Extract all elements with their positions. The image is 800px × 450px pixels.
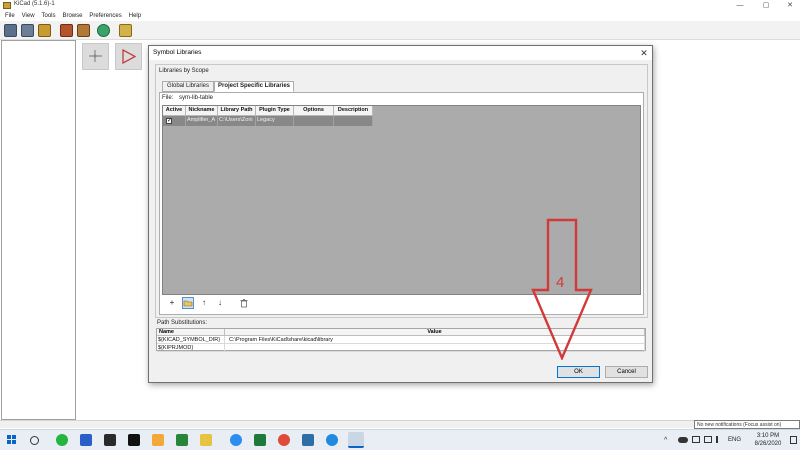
word-icon[interactable] bbox=[80, 434, 92, 446]
network-icon[interactable] bbox=[692, 436, 700, 443]
excel-icon[interactable] bbox=[176, 434, 188, 446]
taskbar: ^ ENG 3:10 PM 8/26/2020 bbox=[0, 429, 800, 450]
schematic-editor-icon[interactable] bbox=[82, 43, 109, 70]
menu-help[interactable]: Help bbox=[129, 13, 141, 19]
dialog-title: Symbol Libraries bbox=[153, 49, 202, 56]
language-indicator[interactable]: ENG bbox=[728, 437, 741, 443]
grid-cell-nickname[interactable]: Amplifier_A bbox=[186, 116, 218, 126]
grid-header-library-path[interactable]: Library Path bbox=[218, 106, 256, 116]
folder-icon bbox=[183, 300, 193, 307]
close-window-button[interactable]: ✕ bbox=[776, 0, 800, 11]
grid-cell-plugin-type[interactable]: Legacy bbox=[256, 116, 294, 126]
grid-header-plugin-type[interactable]: Plugin Type bbox=[256, 106, 294, 116]
browse-libraries-button[interactable] bbox=[182, 297, 194, 309]
tab-project-specific-libraries[interactable]: Project Specific Libraries bbox=[214, 81, 294, 92]
battery-icon[interactable] bbox=[704, 436, 712, 443]
new-project-icon[interactable] bbox=[4, 24, 17, 37]
search-icon[interactable] bbox=[30, 436, 39, 445]
archive-icon[interactable] bbox=[60, 24, 73, 37]
dialog-titlebar: Symbol Libraries bbox=[149, 46, 652, 60]
grid-header-options[interactable]: Options bbox=[294, 106, 334, 116]
path-substitutions-label: Path Substitutions: bbox=[157, 320, 208, 326]
tray-time: 3:10 PM bbox=[756, 433, 780, 439]
open-project-icon[interactable] bbox=[38, 24, 51, 37]
new-from-template-icon[interactable] bbox=[21, 24, 34, 37]
path-cell-name[interactable]: ${KICAD_SYMBOL_DIR} bbox=[157, 336, 225, 344]
add-library-button[interactable]: + bbox=[166, 297, 178, 309]
menu-file[interactable]: File bbox=[5, 13, 15, 19]
tray-clock[interactable]: 3:10 PM 8/26/2020 bbox=[748, 432, 788, 448]
annotation-step-number: 4 bbox=[556, 274, 565, 291]
grid-header-description[interactable]: Description bbox=[334, 106, 373, 116]
window-titlebar: KiCad (5.1.6)-1 — ▢ ✕ bbox=[0, 0, 800, 11]
edge-icon[interactable] bbox=[326, 434, 338, 446]
file-label-value: sym-lib-table bbox=[179, 95, 214, 101]
notification-tooltip: No new notifications (Focus assist on) bbox=[694, 420, 800, 429]
cancel-button[interactable]: Cancel bbox=[605, 366, 648, 378]
windows-start-icon[interactable] bbox=[7, 435, 17, 445]
grid-cell-options[interactable] bbox=[294, 116, 334, 126]
unarchive-icon[interactable] bbox=[77, 24, 90, 37]
terminal-icon[interactable] bbox=[104, 434, 116, 446]
volume-icon[interactable] bbox=[716, 436, 723, 443]
menu-tools[interactable]: Tools bbox=[41, 13, 55, 19]
path-cell-name[interactable]: ${KIPRJMOD} bbox=[157, 344, 225, 352]
kicad-app-icon bbox=[3, 2, 11, 9]
settings-icon[interactable] bbox=[302, 434, 314, 446]
xbox-icon[interactable] bbox=[254, 434, 266, 446]
dialog-close-icon[interactable]: ✕ bbox=[638, 47, 650, 59]
file-label: File: sym-lib-table bbox=[162, 95, 213, 101]
zoom-icon[interactable] bbox=[230, 434, 242, 446]
project-tree-pane[interactable] bbox=[1, 40, 76, 420]
kicad-taskbar-icon[interactable] bbox=[348, 432, 364, 448]
menu-view[interactable]: View bbox=[22, 13, 35, 19]
whatsapp-icon[interactable] bbox=[56, 434, 68, 446]
settings-gear-icon[interactable] bbox=[119, 24, 132, 37]
menu-preferences[interactable]: Preferences bbox=[89, 13, 121, 19]
move-up-button[interactable]: ↑ bbox=[198, 297, 210, 309]
status-bar bbox=[0, 420, 800, 428]
window-title: KiCad (5.1.6)-1 bbox=[14, 1, 55, 7]
media-player-icon[interactable] bbox=[128, 434, 140, 446]
scope-label: Libraries by Scope bbox=[159, 68, 209, 74]
trash-icon bbox=[240, 299, 248, 308]
grid-header-active[interactable]: Active bbox=[163, 106, 186, 116]
chrome-icon[interactable] bbox=[278, 434, 290, 446]
menu-bar: File View Tools Browse Preferences Help bbox=[0, 11, 800, 21]
main-toolbar bbox=[0, 21, 800, 40]
notification-center-icon[interactable] bbox=[790, 436, 797, 444]
file-label-prefix: File: bbox=[162, 95, 174, 101]
active-checkbox[interactable]: ✓ bbox=[166, 118, 172, 124]
file-explorer-icon[interactable] bbox=[200, 434, 212, 446]
tray-date: 8/26/2020 bbox=[754, 441, 782, 447]
refresh-icon[interactable] bbox=[97, 24, 110, 37]
grid-header-nickname[interactable]: Nickname bbox=[186, 106, 218, 116]
tab-global-libraries[interactable]: Global Libraries bbox=[162, 81, 214, 92]
grid-cell-library-path[interactable]: C:\Users\Zoni bbox=[218, 116, 256, 126]
tray-chevron-icon[interactable]: ^ bbox=[664, 437, 667, 444]
onedrive-icon[interactable] bbox=[678, 437, 688, 443]
grid-cell-active[interactable]: ✓ bbox=[163, 116, 186, 126]
minimize-button[interactable]: — bbox=[726, 0, 754, 11]
grid-cell-description[interactable] bbox=[334, 116, 373, 126]
remove-library-button[interactable] bbox=[238, 297, 250, 309]
ok-button[interactable]: OK bbox=[557, 366, 600, 378]
symbol-editor-icon[interactable] bbox=[115, 43, 142, 70]
move-down-button[interactable]: ↓ bbox=[214, 297, 226, 309]
app-icon-orange[interactable] bbox=[152, 434, 164, 446]
menu-browse[interactable]: Browse bbox=[62, 13, 82, 19]
path-header-name: Name bbox=[157, 329, 225, 336]
